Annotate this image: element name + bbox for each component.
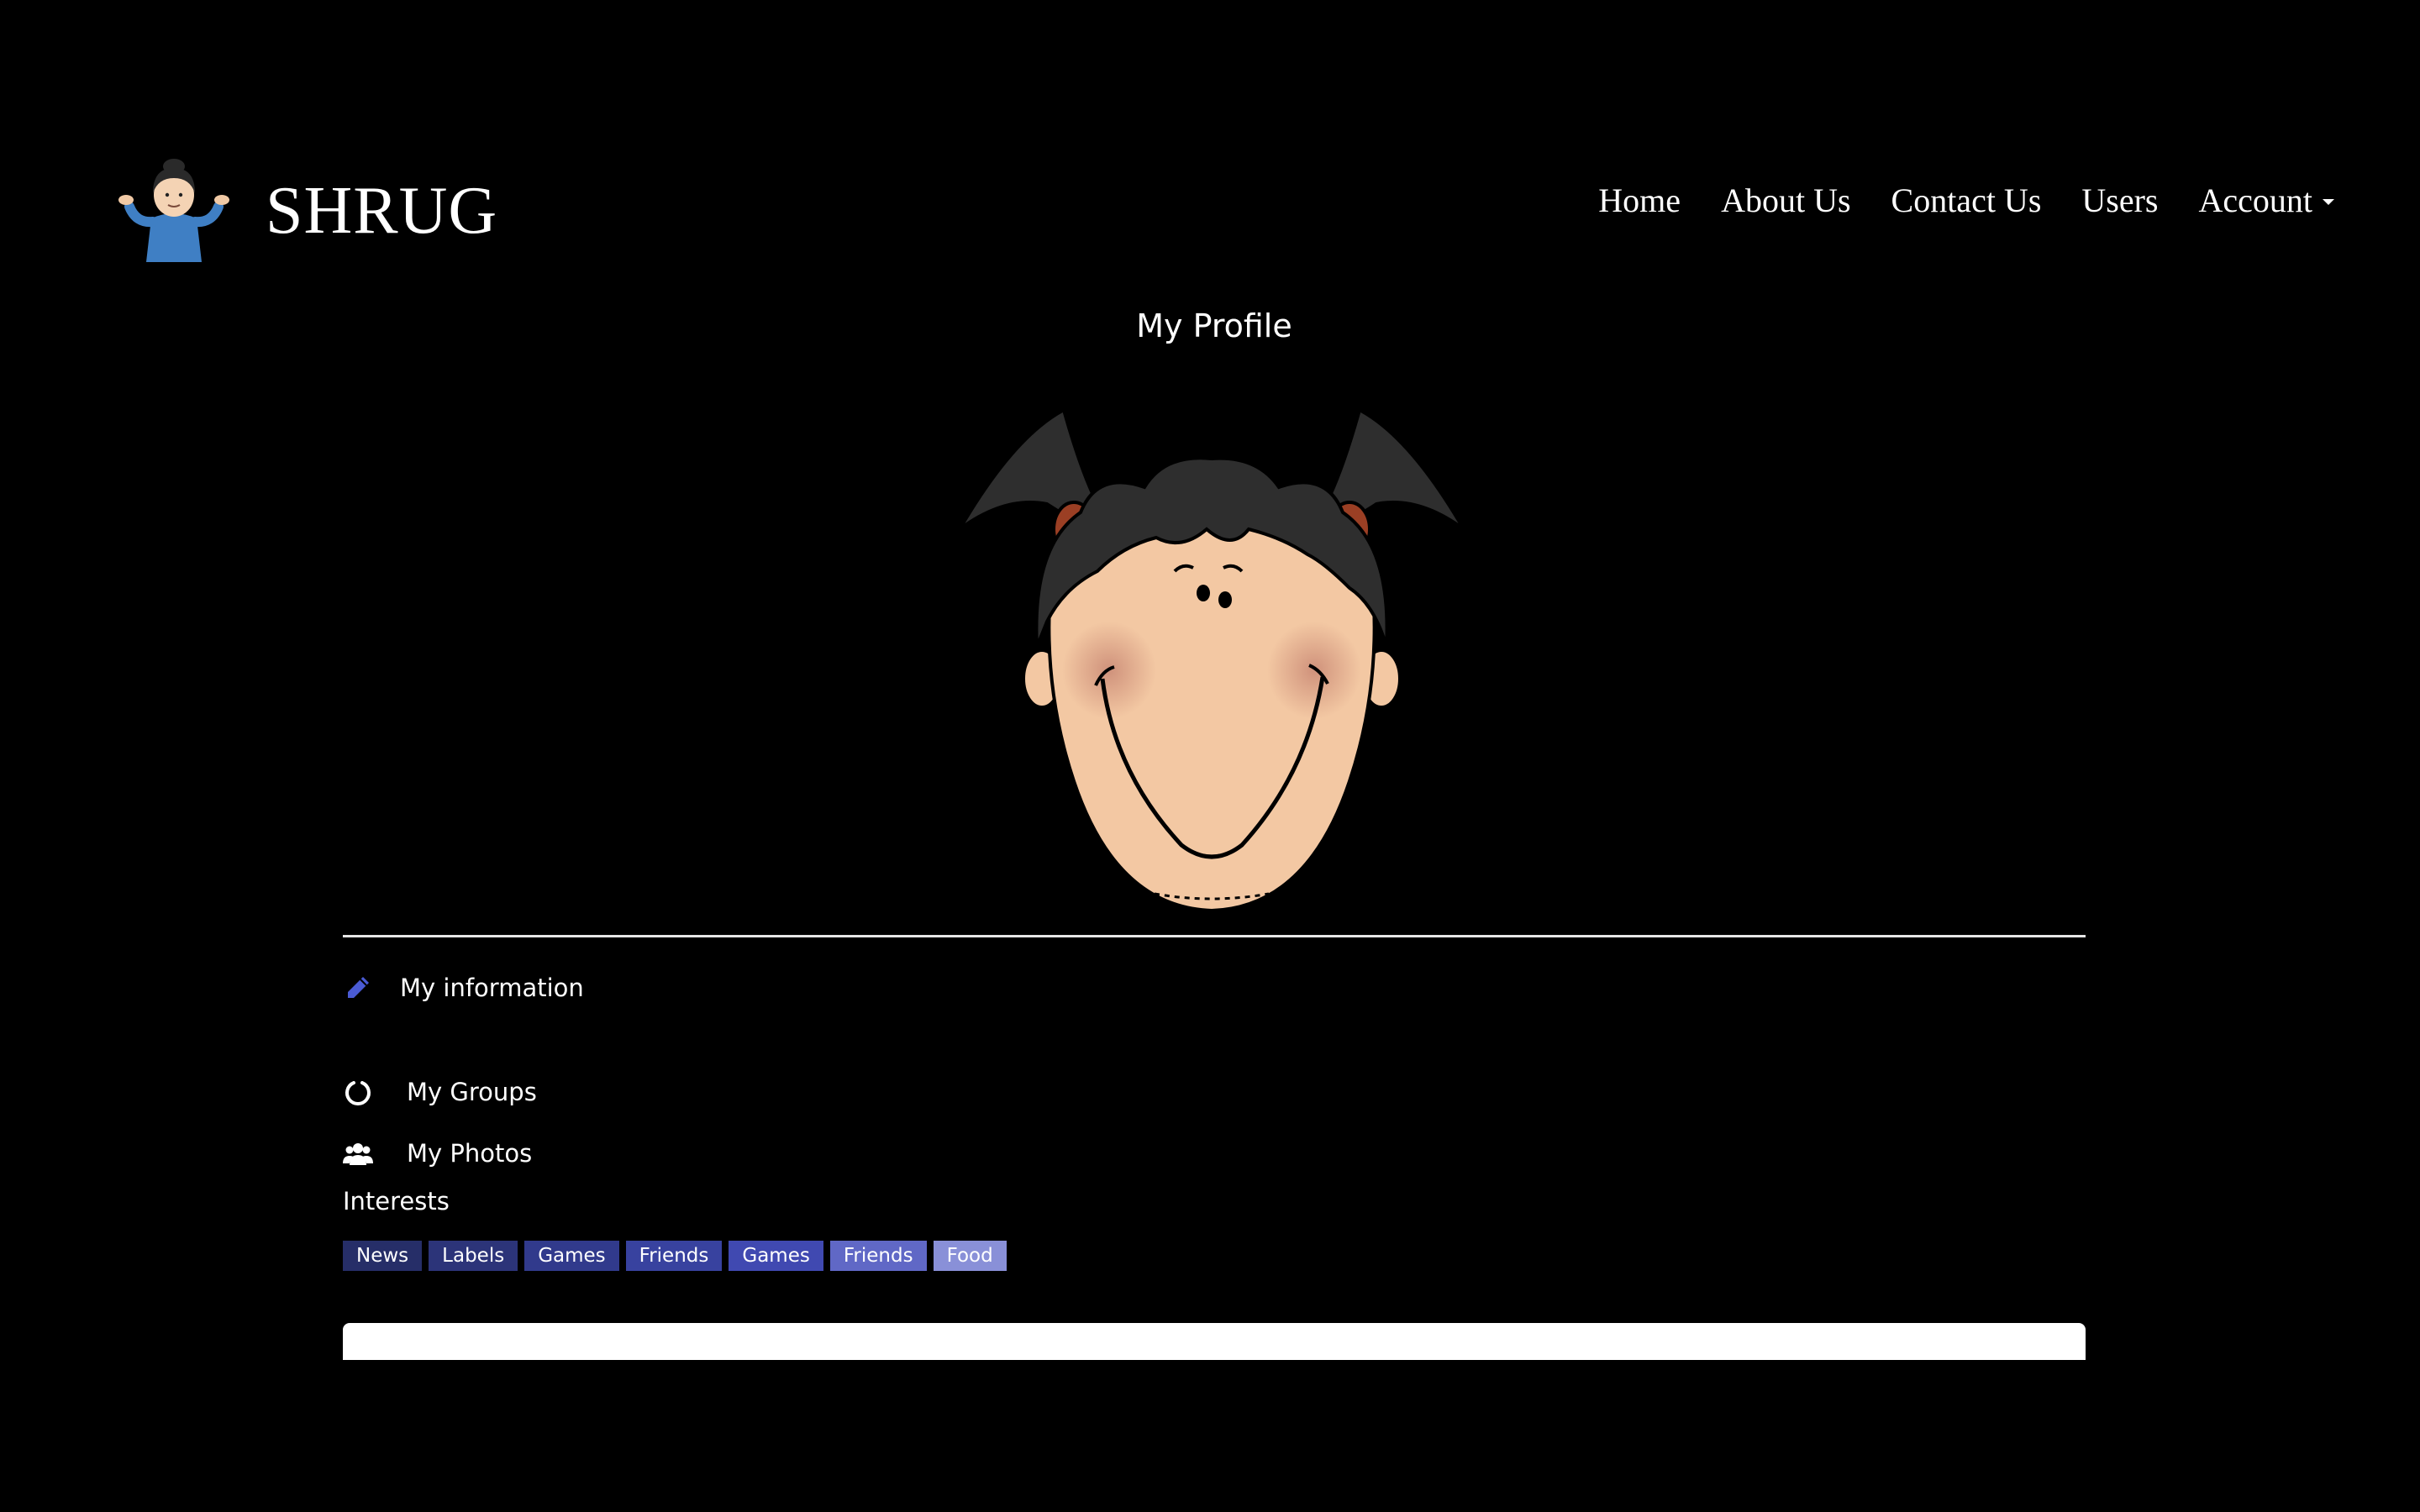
my-photos-label: My Photos xyxy=(407,1139,533,1168)
content-panel xyxy=(343,1323,2086,1360)
caret-down-icon xyxy=(2323,198,2334,205)
brand[interactable]: SHRUG xyxy=(114,156,497,265)
nav-about-us[interactable]: About Us xyxy=(1721,181,1850,220)
interest-tag-friends-2[interactable]: Friends xyxy=(829,1241,927,1271)
interest-tags: News Labels Games Friends Games Friends … xyxy=(343,1241,1007,1271)
my-groups-label: My Groups xyxy=(407,1078,537,1106)
nav-home[interactable]: Home xyxy=(1598,181,1681,220)
my-information-link[interactable]: My information xyxy=(343,973,584,1003)
main-nav: Home About Us Contact Us Users Account xyxy=(1598,175,2334,225)
nav-contact-us[interactable]: Contact Us xyxy=(1891,181,2042,220)
users-icon xyxy=(343,1143,373,1165)
pencil-icon xyxy=(348,977,369,998)
my-photos-link[interactable]: My Photos xyxy=(343,1138,532,1168)
interests-heading: Interests xyxy=(343,1187,450,1215)
interest-tag-games[interactable]: Games xyxy=(524,1241,619,1271)
interest-tag-news[interactable]: News xyxy=(343,1241,423,1271)
divider xyxy=(343,935,2086,937)
navbar: SHRUG Home About Us Contact Us Users Acc… xyxy=(0,0,2420,277)
brand-name: SHRUG xyxy=(266,174,498,248)
my-information-label: My information xyxy=(400,974,584,1002)
nav-account-dropdown[interactable]: Account xyxy=(2198,181,2334,220)
my-groups-link[interactable]: My Groups xyxy=(343,1077,537,1107)
interest-tag-friends[interactable]: Friends xyxy=(625,1241,723,1271)
interest-tag-food[interactable]: Food xyxy=(933,1241,1007,1271)
page-title: My Profile xyxy=(1136,307,1292,344)
interest-tag-games-2[interactable]: Games xyxy=(729,1241,823,1271)
circle-notch-icon xyxy=(345,1081,371,1105)
shrugging-person-icon xyxy=(118,159,229,262)
nav-users[interactable]: Users xyxy=(2081,181,2158,220)
cartoon-girl-avatar xyxy=(958,407,1465,913)
nav-account-label: Account xyxy=(2198,181,2312,219)
interest-tag-labels[interactable]: Labels xyxy=(429,1241,518,1271)
